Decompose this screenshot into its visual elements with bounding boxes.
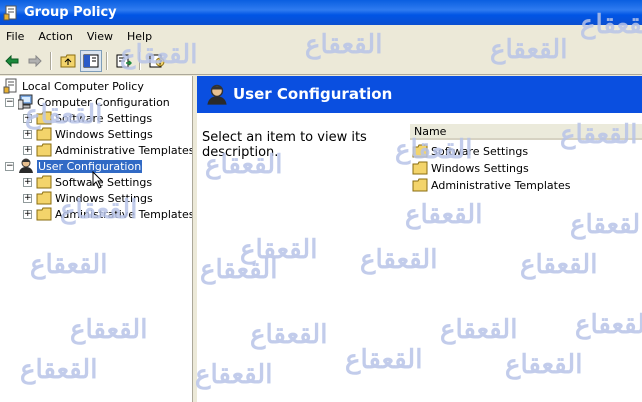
show-hide-tree-button[interactable] [80,49,102,72]
expand-icon[interactable]: + [23,193,32,203]
tree-label: Administrative Templates [55,143,193,157]
console-tree[interactable]: Local Computer Policy − Computer Configu… [0,76,193,402]
menu-action[interactable]: Action [32,30,78,43]
menu-bar: File Action View Help [0,25,642,47]
show-hide-tree-icon [83,54,99,67]
user-icon [207,84,227,105]
group-policy-icon [3,5,17,20]
up-one-level-button[interactable] [57,50,79,72]
up-folder-icon [60,54,76,67]
help-icon: ? [149,54,165,67]
toolbar-separator [106,51,108,70]
folder-icon [412,161,428,175]
collapse-icon[interactable]: − [5,161,14,171]
list-item-label: Administrative Templates [431,178,571,192]
computer-icon [18,94,33,110]
expand-icon[interactable]: + [23,177,32,187]
tree-item-local-computer-policy[interactable]: Local Computer Policy [3,78,144,94]
tree-item-user-administrative-templates[interactable]: + Administrative Templates [23,206,193,222]
folder-icon [412,144,428,158]
window-title: Group Policy [24,5,117,20]
tree-label: Local Computer Policy [22,79,144,93]
expand-icon[interactable]: + [23,145,32,155]
mouse-cursor-icon [92,171,104,189]
collapse-icon[interactable]: − [5,97,14,107]
export-list-icon [116,54,132,67]
folder-icon [36,143,52,157]
tree-item-computer-windows-settings[interactable]: + Windows Settings [23,126,153,142]
folder-icon [36,111,52,125]
forward-button[interactable] [24,50,46,72]
toolbar-separator [139,51,141,70]
folder-icon [36,175,52,189]
tree-label: User Configuration [37,159,143,173]
tree-item-computer-administrative-templates[interactable]: + Administrative Templates [23,142,193,158]
list-item-label: Software Settings [431,144,529,158]
tree-item-user-software-settings[interactable]: + Software Settings [23,174,152,190]
menu-help[interactable]: Help [121,30,158,43]
expand-icon[interactable]: + [23,209,32,219]
list-item-windows-settings[interactable]: Windows Settings [412,160,529,176]
details-pane: User Configuration Select an item to vie… [197,76,642,402]
details-header: User Configuration [197,76,642,115]
toolbar: ? [0,47,642,75]
back-icon [5,54,19,67]
tree-label: Administrative Templates [55,207,193,221]
tree-label: Windows Settings [55,127,153,141]
column-header-name[interactable]: Name [410,123,642,140]
list-item-label: Windows Settings [431,161,529,175]
svg-text:?: ? [158,58,162,66]
tree-item-user-configuration[interactable]: − User Configuration [5,158,143,174]
tree-item-computer-configuration[interactable]: − Computer Configuration [5,94,170,110]
folder-icon [36,127,52,141]
list-item-software-settings[interactable]: Software Settings [412,143,528,159]
description-text: Select an item to view its description. [202,130,367,160]
details-title: User Configuration [233,85,393,103]
help-button[interactable]: ? [146,50,168,72]
policy-document-icon [3,78,17,94]
back-button[interactable] [1,50,23,72]
folder-icon [412,178,428,192]
list-item-administrative-templates[interactable]: Administrative Templates [412,177,571,193]
forward-icon [28,54,42,67]
expand-icon[interactable]: + [23,113,32,123]
export-list-button[interactable] [113,50,135,72]
tree-item-computer-software-settings[interactable]: + Software Settings [23,110,152,126]
tree-label: Software Settings [55,111,153,125]
details-list[interactable]: Name Software Settings Windows Settings … [410,121,642,402]
tree-label: Computer Configuration [37,95,170,109]
folder-icon [36,207,52,221]
toolbar-separator [50,51,52,70]
tree-label: Windows Settings [55,191,153,205]
menu-file[interactable]: File [0,30,30,43]
tree-item-user-windows-settings[interactable]: + Windows Settings [23,190,153,206]
user-icon [19,158,33,173]
expand-icon[interactable]: + [23,129,32,139]
menu-view[interactable]: View [81,30,119,43]
folder-icon [36,191,52,205]
title-bar[interactable]: Group Policy [0,0,642,25]
